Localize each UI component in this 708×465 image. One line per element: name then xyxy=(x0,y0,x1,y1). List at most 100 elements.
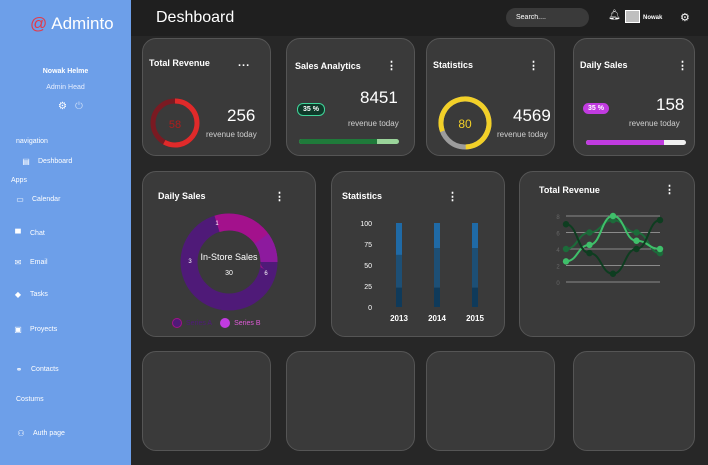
user-name: Nowak Helme xyxy=(42,68,89,75)
sidebar-item-auth[interactable]: ⚇ Auth page xyxy=(16,428,65,438)
x-tick-label: 2014 xyxy=(428,314,446,323)
more-options-icon[interactable]: ⋮ xyxy=(386,59,397,72)
bar xyxy=(434,248,440,288)
data-point xyxy=(586,241,593,249)
legend-label: Series B xyxy=(234,319,261,327)
y-tick-label: 6 xyxy=(556,232,560,238)
briefcase-icon: ▣ xyxy=(14,324,22,334)
sidebar-item-label: Chat xyxy=(30,229,45,237)
header-user-name[interactable]: Nowak xyxy=(643,15,662,21)
sidebar-item-tasks[interactable]: ◆ Tasks xyxy=(13,290,48,299)
card-sub: revenue today xyxy=(629,119,680,128)
mail-icon: ✉ xyxy=(14,257,22,267)
data-point xyxy=(562,258,570,265)
bar xyxy=(396,254,402,288)
nav-section-apps: Apps xyxy=(11,177,27,184)
y-tick-label: 0 xyxy=(556,281,560,287)
calendar-icon: ▭ xyxy=(16,194,24,204)
user-role: Admin Head xyxy=(46,84,85,91)
more-options-icon[interactable]: ... xyxy=(238,57,250,69)
y-tick-label: 100 xyxy=(360,221,372,228)
donut-legend: Series A Series B xyxy=(172,318,261,328)
brand-logo[interactable]: @ Adminto xyxy=(30,14,114,34)
card-total-revenue-chart: Total Revenue ⋮ 8 6 4 2 0 xyxy=(519,171,695,337)
card-statistics: Statistics ⋮ 80 4569 revenue today xyxy=(426,38,555,156)
empty-card-4 xyxy=(573,351,695,451)
y-tick-label: 0 xyxy=(368,305,372,312)
card-sub: revenue today xyxy=(348,119,399,128)
sidebar-item-calendar[interactable]: ▭ Calendar xyxy=(15,194,61,204)
data-point xyxy=(586,229,593,236)
sidebar-item-label: Email xyxy=(30,258,48,266)
y-tick-label: 4 xyxy=(556,248,560,254)
empty-card-3 xyxy=(426,351,555,451)
card-value: 8451 xyxy=(360,88,398,107)
bell-icon[interactable]: 🔔︎ xyxy=(608,10,621,21)
card-title: Total Revenue xyxy=(539,185,600,195)
more-options-icon[interactable]: ⋮ xyxy=(447,190,458,203)
sidebar-item-dashboard[interactable]: ▤ Deshboard xyxy=(21,157,73,166)
sidebar-item-label: Tasks xyxy=(30,290,48,298)
card-title: Sales Analytics xyxy=(295,61,361,71)
nav-section-navigation: navigation xyxy=(16,138,48,145)
legend-swatch xyxy=(220,318,231,328)
data-point xyxy=(633,237,640,244)
progress-bar xyxy=(299,139,399,144)
more-options-icon[interactable]: ⋮ xyxy=(664,183,675,196)
card-title: Total Revenue xyxy=(149,58,210,68)
y-tick-label: 50 xyxy=(364,263,372,270)
card-value: 256 xyxy=(227,106,256,125)
power-icon[interactable]: ⏻ xyxy=(75,101,83,112)
card-title: Daily Sales xyxy=(580,60,628,70)
sidebar-item-projects[interactable]: ▣ Proyects xyxy=(13,324,57,334)
card-value: 4569 xyxy=(513,106,551,125)
x-tick-label: 2013 xyxy=(390,314,408,323)
user-actions: ⚙ ⏻ xyxy=(58,101,83,112)
series-line xyxy=(565,219,661,255)
revenue-gauge: 58 xyxy=(150,98,200,148)
bar xyxy=(396,287,402,307)
card-value: 158 xyxy=(656,95,685,114)
more-options-icon[interactable]: ⋮ xyxy=(528,59,539,72)
more-options-icon[interactable]: ⋮ xyxy=(677,59,688,72)
sidebar-item-label: Deshboard xyxy=(38,157,73,165)
statistics-gauge: 80 xyxy=(438,96,492,150)
data-point xyxy=(609,270,617,277)
card-total-revenue: Total Revenue ... 58 256 revenue today xyxy=(142,38,271,156)
legend-swatch xyxy=(172,318,182,328)
card-sales-analytics: Sales Analytics ⋮ 35 % 8451 revenue toda… xyxy=(286,38,415,156)
y-tick-label: 8 xyxy=(556,215,560,221)
sidebar-item-contacts[interactable]: ⚭ Contacts xyxy=(14,365,59,374)
gear-icon[interactable]: ⚙ xyxy=(680,11,690,24)
progress-bar xyxy=(586,140,686,145)
empty-card-2 xyxy=(286,351,415,451)
card-statistics-chart: Statistics ⋮ 100 75 50 25 0 2013 2014 2015 xyxy=(331,171,505,337)
sidebar-item-label: Contacts xyxy=(31,365,59,373)
bar xyxy=(472,248,478,288)
data-point xyxy=(633,229,640,236)
sidebar-item-email[interactable]: ✉ Email xyxy=(13,257,48,267)
data-point xyxy=(586,249,593,257)
data-point xyxy=(562,221,570,228)
bar xyxy=(472,223,478,249)
users-icon: ⚇ xyxy=(17,428,25,438)
sidebar: @ Adminto Nowak Helme Admin Head ⚙ ⏻ nav… xyxy=(0,0,131,465)
bar xyxy=(396,223,402,255)
more-options-icon[interactable]: ⋮ xyxy=(274,190,285,203)
donut-center-value: 30 xyxy=(225,270,233,277)
x-tick-label: 2015 xyxy=(466,314,484,323)
sidebar-item-label: Calendar xyxy=(32,195,61,203)
avatar[interactable] xyxy=(625,10,640,23)
sidebar-item-chat[interactable]: ▀ Chat xyxy=(13,229,45,238)
legend-label: Series A xyxy=(186,319,213,327)
card-title: Daily Sales xyxy=(158,191,206,201)
bar xyxy=(434,223,440,249)
card-daily-sales-donut: Daily Sales ⋮ In-Store Sales 30 1 3 6 Se… xyxy=(142,171,316,337)
growth-badge: 35 % xyxy=(297,103,325,116)
data-point xyxy=(656,216,664,224)
data-point xyxy=(633,245,640,253)
card-sub: revenue today xyxy=(497,130,548,139)
brand-at-icon: @ xyxy=(30,14,48,33)
search-input[interactable] xyxy=(506,8,589,27)
settings-icon[interactable]: ⚙ xyxy=(58,101,67,112)
